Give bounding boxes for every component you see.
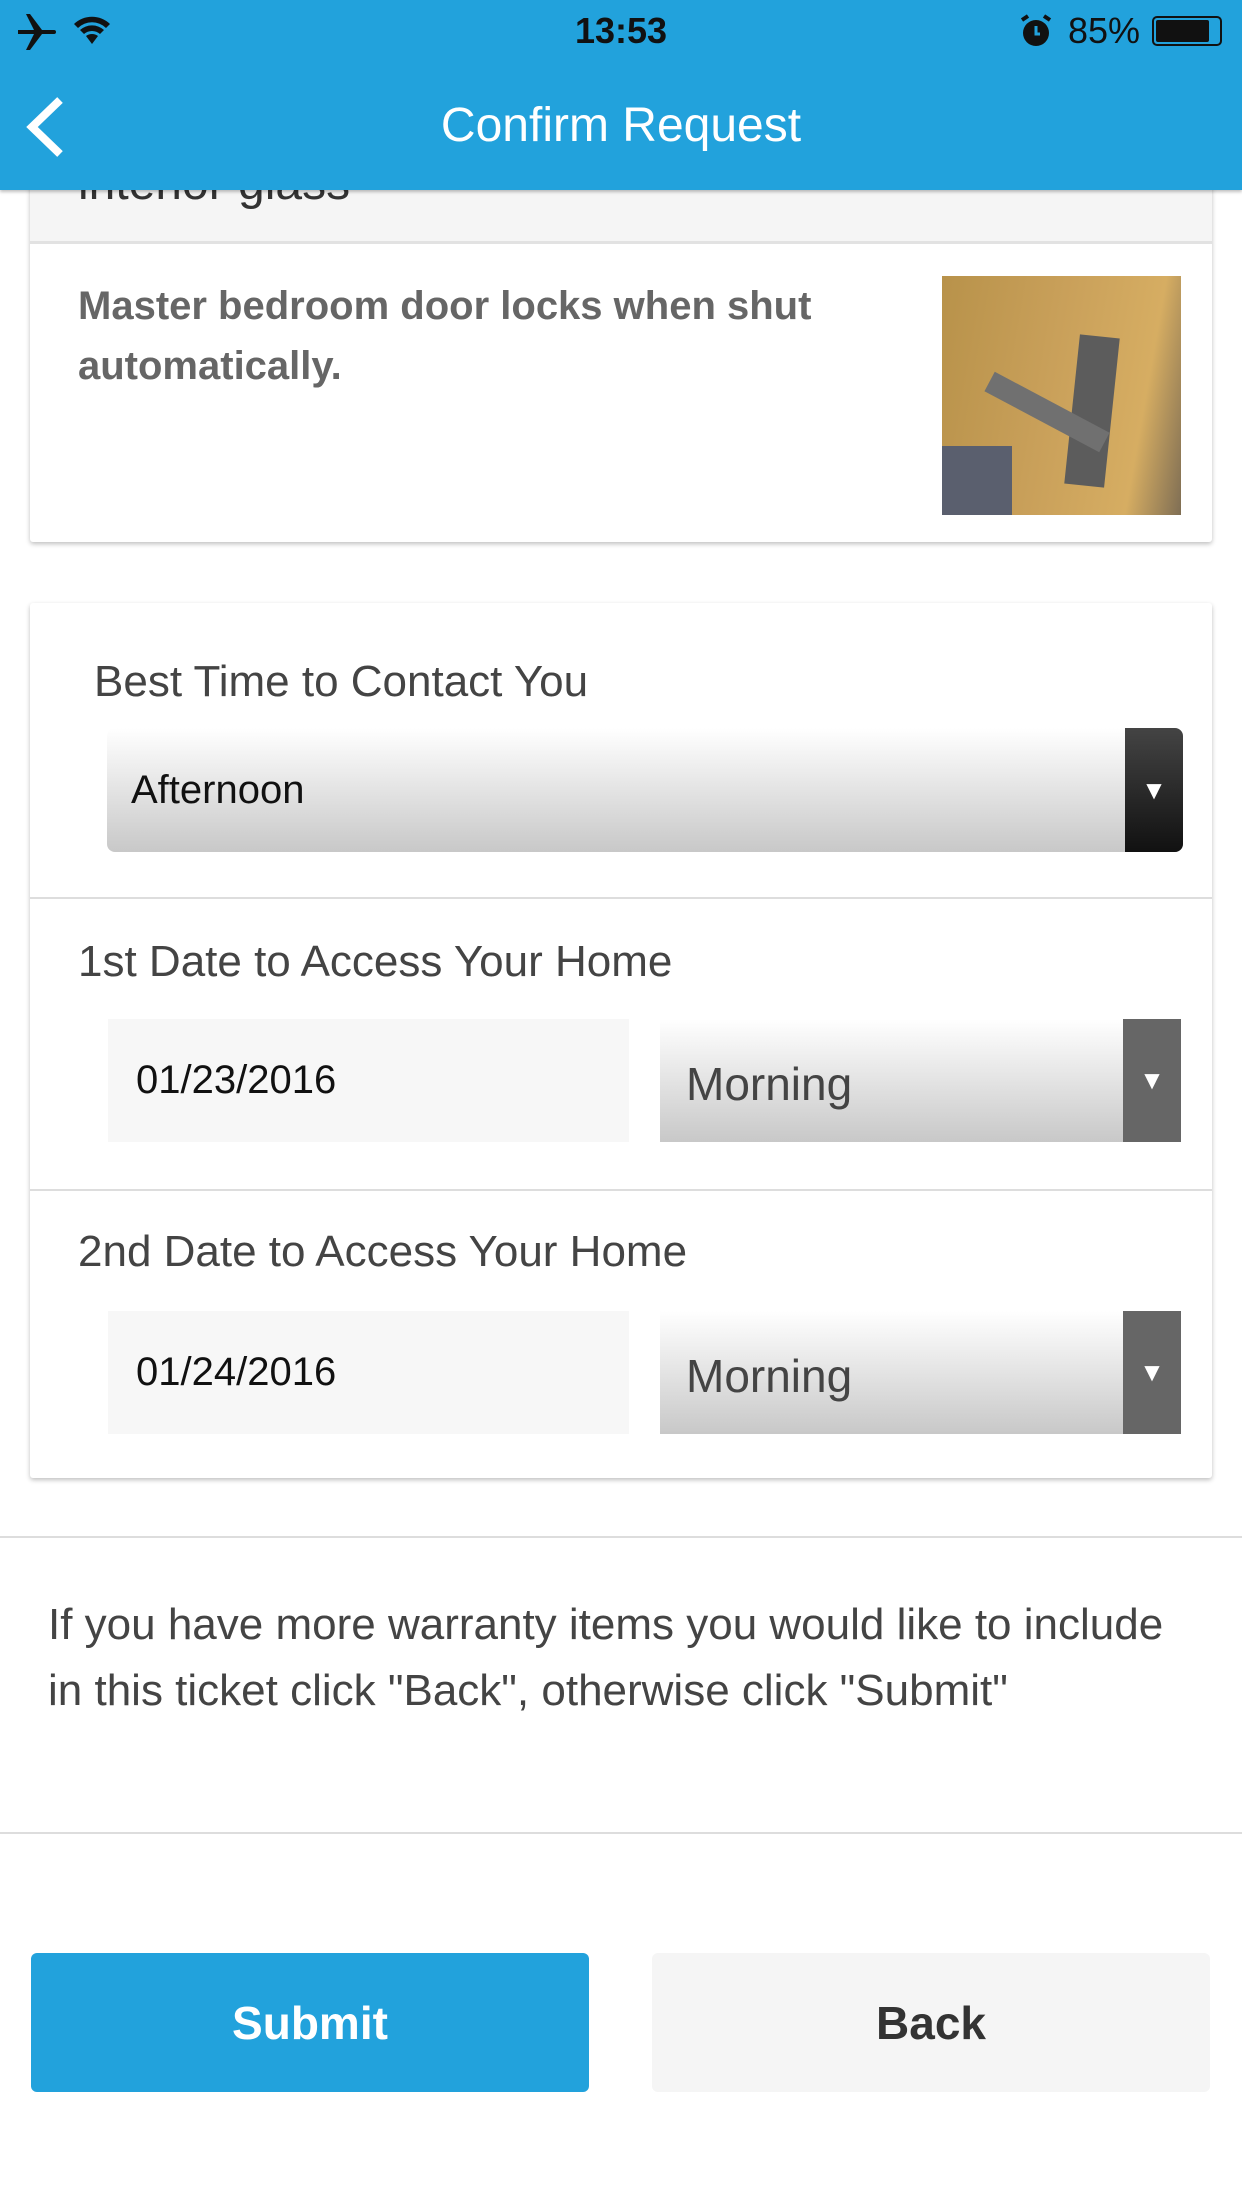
page-title: Confirm Request	[440, 99, 802, 152]
divider	[30, 897, 1212, 899]
divider	[30, 1189, 1212, 1191]
instructions-text: If you have more warranty items you woul…	[48, 1600, 1164, 1715]
submit-button[interactable]: Submit	[31, 1953, 589, 2092]
date1-label: 1st Date to Access Your Home	[78, 937, 673, 986]
item-card: interior glass Master bedroom door locks…	[30, 150, 1212, 542]
clock: 13:53	[574, 10, 668, 51]
back-button[interactable]: Back	[652, 1953, 1210, 2092]
contact-time-label: Best Time to Contact You	[94, 657, 589, 706]
contact-time-value: Afternoon	[131, 768, 305, 812]
item-description: Master bedroom door locks when shut auto…	[78, 284, 812, 388]
date2-time-select[interactable]: Morning ▼	[660, 1311, 1181, 1434]
date1-input[interactable]: 01/23/2016	[108, 1019, 629, 1142]
date2-input[interactable]: 01/24/2016	[108, 1311, 629, 1434]
battery-icon	[1152, 16, 1222, 46]
battery-percent: 85%	[1068, 10, 1141, 51]
dropdown-arrow-icon: ▼	[1123, 1311, 1181, 1434]
date1-time-select[interactable]: Morning ▼	[660, 1019, 1181, 1142]
alarm-icon	[1020, 14, 1052, 46]
contact-time-select[interactable]: Afternoon ▼	[107, 728, 1183, 852]
date2-time-value: Morning	[686, 1350, 853, 1402]
date1-time-value: Morning	[686, 1058, 853, 1110]
door-handle-photo[interactable]	[942, 276, 1181, 515]
date2-label: 2nd Date to Access Your Home	[78, 1227, 688, 1276]
dropdown-arrow-icon: ▼	[1123, 1019, 1181, 1142]
dropdown-arrow-icon: ▼	[1125, 728, 1183, 852]
nav-header: 13:53 85% Confirm Request	[0, 0, 1242, 190]
schedule-card: Best Time to Contact You Afternoon ▼ 1st…	[30, 603, 1212, 1478]
divider	[0, 1832, 1242, 1834]
divider	[0, 1536, 1242, 1538]
